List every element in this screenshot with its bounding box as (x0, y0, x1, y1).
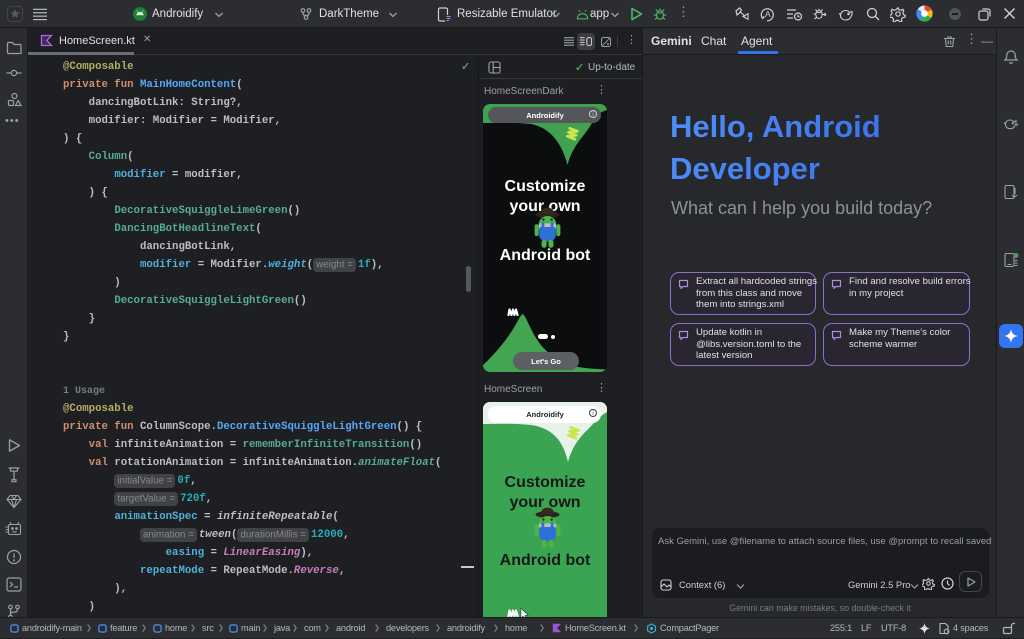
svg-text:A: A (765, 9, 771, 19)
